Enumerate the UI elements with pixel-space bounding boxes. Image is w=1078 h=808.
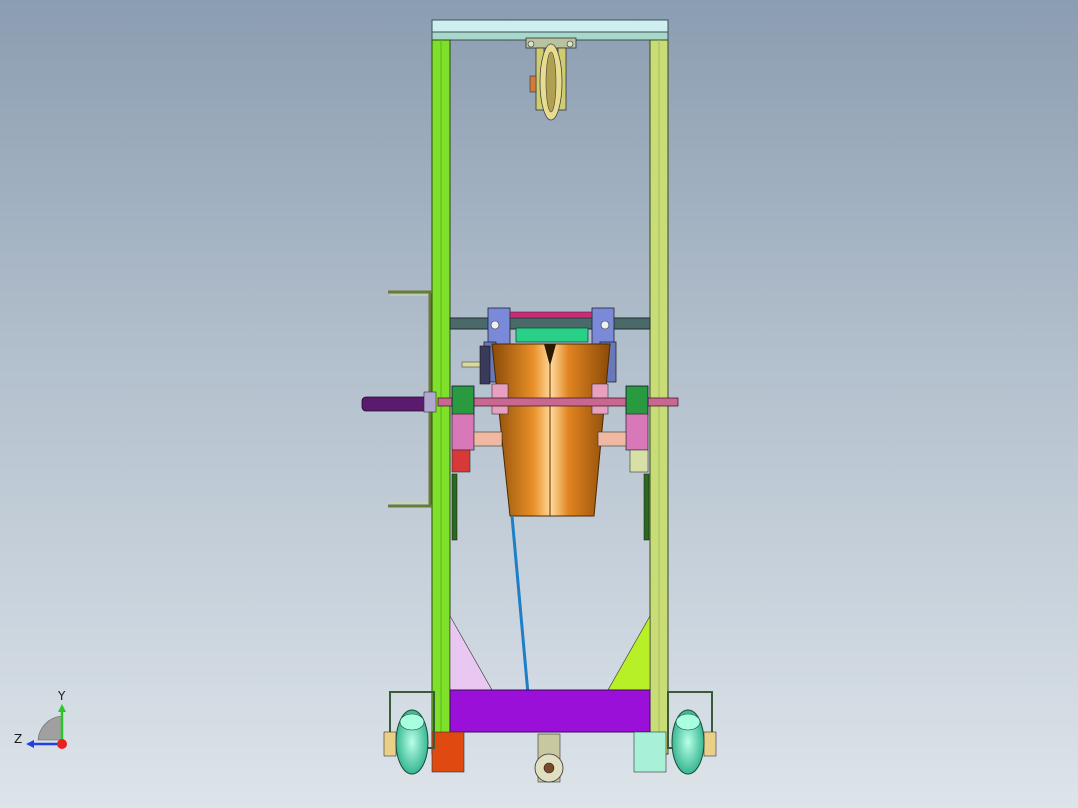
left-wheel <box>383 691 435 775</box>
pulley <box>525 37 577 121</box>
coordinate-triad: Y Z <box>14 689 67 749</box>
gussets <box>449 614 651 691</box>
right-wheel <box>667 691 717 775</box>
bucket <box>491 343 611 517</box>
machine-drawing: Y Z <box>14 19 717 783</box>
center-caster <box>534 733 564 783</box>
cad-viewport[interactable]: Y Z <box>0 0 1078 808</box>
top-beam <box>431 19 669 41</box>
motor-knob <box>461 345 491 385</box>
cross-bar <box>449 317 651 330</box>
base-beam <box>449 689 651 733</box>
y-axis-label: Y <box>57 689 66 703</box>
right-column <box>649 39 669 755</box>
rope <box>510 515 530 695</box>
z-axis-label: Z <box>14 732 22 746</box>
